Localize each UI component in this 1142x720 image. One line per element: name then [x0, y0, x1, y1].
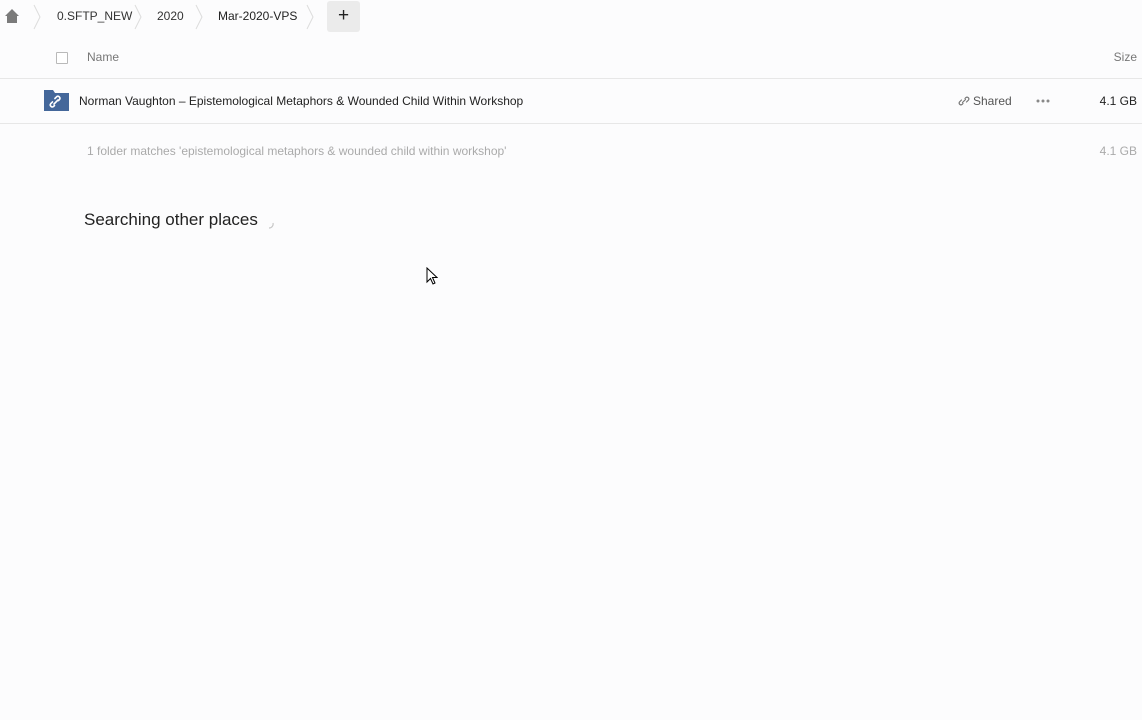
file-row[interactable]: Norman Vaughton – Epistemological Metaph…: [0, 79, 1142, 124]
file-list-header: Name Size: [0, 40, 1142, 79]
search-summary: 1 folder matches 'epistemological metaph…: [87, 144, 507, 158]
column-header-size[interactable]: Size: [1114, 50, 1137, 64]
breadcrumb-item-2020[interactable]: 2020: [157, 9, 184, 23]
breadcrumb-separator-icon: [195, 4, 203, 30]
link-icon: [958, 96, 970, 106]
column-header-name[interactable]: Name: [87, 50, 119, 64]
breadcrumb-item-sftp-new[interactable]: 0.SFTP_NEW: [57, 9, 132, 23]
plus-icon: +: [337, 5, 350, 26]
select-all-checkbox[interactable]: [56, 52, 68, 64]
shared-folder-icon: [44, 90, 69, 111]
breadcrumb: 0.SFTP_NEW 2020 Mar-2020-VPS +: [0, 0, 1142, 34]
loading-spinner-icon: [268, 222, 274, 229]
breadcrumb-item-mar-2020-vps[interactable]: Mar-2020-VPS: [218, 9, 297, 23]
breadcrumb-separator-icon: [306, 4, 314, 30]
home-icon[interactable]: [4, 7, 20, 25]
mouse-cursor-icon: [426, 267, 438, 285]
breadcrumb-separator-icon: [33, 4, 41, 30]
breadcrumb-separator-icon: [134, 4, 142, 30]
file-name[interactable]: Norman Vaughton – Epistemological Metaph…: [79, 94, 523, 108]
more-actions-icon[interactable]: [1036, 98, 1050, 104]
search-status-heading: Searching other places: [84, 210, 258, 229]
summary-total-size: 4.1 GB: [1099, 144, 1137, 158]
file-size: 4.1 GB: [1099, 94, 1137, 108]
shared-label: Shared: [973, 94, 1012, 108]
new-button[interactable]: +: [327, 1, 360, 32]
shared-indicator[interactable]: Shared: [958, 94, 1012, 108]
